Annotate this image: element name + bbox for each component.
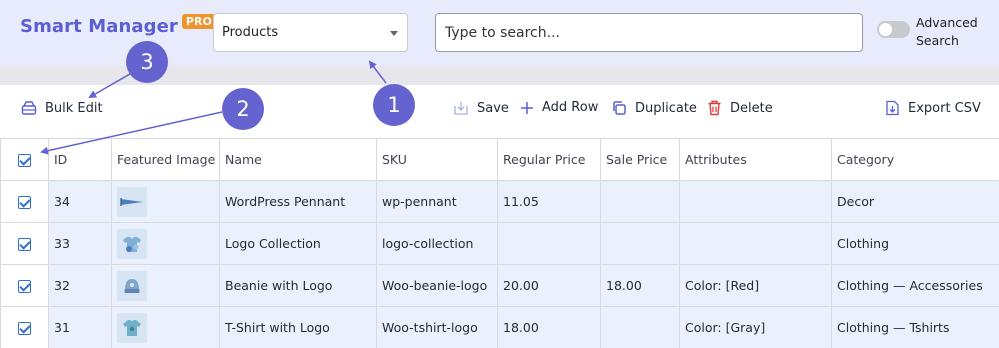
export-icon xyxy=(886,100,899,116)
cell-attributes[interactable]: Color: [Gray] xyxy=(679,306,832,348)
advanced-search-label-line1: Advanced xyxy=(916,15,978,30)
bulk-edit-button[interactable]: Bulk Edit xyxy=(21,100,103,116)
cell-featured-image[interactable] xyxy=(111,306,220,348)
save-icon xyxy=(454,102,468,115)
cell-attributes[interactable]: Color: [Red] xyxy=(679,264,832,307)
column-header-sale-price[interactable]: Sale Price xyxy=(600,138,680,181)
cell-featured-image[interactable] xyxy=(111,264,220,307)
column-header-featured-image[interactable]: Featured Image xyxy=(111,138,220,181)
trash-icon xyxy=(708,100,721,116)
table-row: 33 Logo Collection logo-collection Cloth… xyxy=(0,222,999,265)
column-header-sku[interactable]: SKU xyxy=(376,138,498,181)
row-select-cell xyxy=(0,180,49,223)
brand-name: Smart Manager xyxy=(20,16,178,37)
cell-category[interactable]: Decor xyxy=(831,180,999,223)
cell-sale-price[interactable] xyxy=(600,306,680,348)
save-label: Save xyxy=(477,100,509,116)
cell-id[interactable]: 31 xyxy=(48,306,112,348)
cell-regular-price[interactable]: 18.00 xyxy=(497,306,601,348)
chevron-down-icon xyxy=(390,31,398,36)
cell-sale-price[interactable]: 18.00 xyxy=(600,264,680,307)
cell-regular-price[interactable] xyxy=(497,222,601,265)
cell-name[interactable]: Beanie with Logo xyxy=(219,264,377,307)
table-row: 34 WordPress Pennant wp-pennant 11.05 De… xyxy=(0,180,999,223)
plus-icon xyxy=(521,101,533,114)
add-row-button[interactable]: Add Row xyxy=(520,100,598,115)
select-all-checkbox[interactable] xyxy=(18,154,31,167)
advanced-search-label: Advanced Search xyxy=(916,14,986,50)
brand-logo: Smart Manager PRO xyxy=(20,14,216,37)
export-csv-label: Export CSV xyxy=(908,100,981,116)
column-header-category[interactable]: Category xyxy=(831,138,999,181)
cell-regular-price[interactable]: 20.00 xyxy=(497,264,601,307)
duplicate-label: Duplicate xyxy=(635,100,697,116)
cell-featured-image[interactable] xyxy=(111,180,220,223)
export-csv-button[interactable]: Export CSV xyxy=(885,100,981,116)
row-checkbox[interactable] xyxy=(18,322,31,335)
table-row: 32 Beanie with Logo Woo-beanie-logo 20.0… xyxy=(0,264,999,307)
advanced-search-label-line2: Search xyxy=(916,33,959,48)
cell-sale-price[interactable] xyxy=(600,180,680,223)
row-select-cell xyxy=(0,264,49,307)
pennant-icon xyxy=(117,186,147,217)
save-button[interactable]: Save xyxy=(453,100,509,116)
dashboard-select[interactable]: Products xyxy=(213,13,408,52)
cell-id[interactable]: 34 xyxy=(48,180,112,223)
advanced-search-toggle[interactable] xyxy=(877,21,910,38)
column-header-regular-price[interactable]: Regular Price xyxy=(497,138,601,181)
dashboard-select-value: Products xyxy=(222,25,279,40)
cell-id[interactable]: 33 xyxy=(48,222,112,265)
header-divider-band xyxy=(0,66,999,85)
row-checkbox[interactable] xyxy=(18,196,31,209)
cell-sku[interactable]: wp-pennant xyxy=(376,180,498,223)
pro-badge: PRO xyxy=(181,14,216,29)
delete-label: Delete xyxy=(730,100,773,116)
row-checkbox[interactable] xyxy=(18,238,31,251)
cell-category[interactable]: Clothing — Accessories xyxy=(831,264,999,307)
cell-name[interactable]: WordPress Pennant xyxy=(219,180,377,223)
products-table: ID Featured Image Name SKU Regular Price… xyxy=(0,138,999,348)
bulk-edit-icon xyxy=(21,101,37,115)
column-header-id[interactable]: ID xyxy=(48,138,112,181)
cell-category[interactable]: Clothing — Tshirts xyxy=(831,306,999,348)
cell-category[interactable]: Clothing xyxy=(831,222,999,265)
search-input[interactable] xyxy=(435,13,863,52)
top-header: Smart Manager PRO Products Advanced Sear… xyxy=(0,0,999,66)
duplicate-icon xyxy=(613,101,626,115)
delete-button[interactable]: Delete xyxy=(707,100,773,116)
select-all-cell xyxy=(0,138,49,181)
cell-name[interactable]: Logo Collection xyxy=(219,222,377,265)
cell-sale-price[interactable] xyxy=(600,222,680,265)
products-grid: ID Featured Image Name SKU Regular Price… xyxy=(0,138,999,348)
cell-attributes[interactable] xyxy=(679,180,832,223)
cell-sku[interactable]: Woo-tshirt-logo xyxy=(376,306,498,348)
logo-collection-icon xyxy=(117,228,147,259)
beanie-icon xyxy=(117,270,147,301)
cell-sku[interactable]: Woo-beanie-logo xyxy=(376,264,498,307)
table-row: 31 T-Shirt with Logo Woo-tshirt-logo 18.… xyxy=(0,306,999,348)
bulk-edit-label: Bulk Edit xyxy=(45,100,103,116)
tshirt-icon xyxy=(117,312,147,343)
row-select-cell xyxy=(0,222,49,265)
column-header-name[interactable]: Name xyxy=(219,138,377,181)
cell-sku[interactable]: logo-collection xyxy=(376,222,498,265)
add-row-label: Add Row xyxy=(542,100,599,115)
toggle-knob xyxy=(879,23,892,36)
toolbar: Bulk Edit Save Add Row Duplicate Delete … xyxy=(0,85,999,138)
cell-name[interactable]: T-Shirt with Logo xyxy=(219,306,377,348)
duplicate-button[interactable]: Duplicate xyxy=(611,100,697,116)
cell-regular-price[interactable]: 11.05 xyxy=(497,180,601,223)
row-checkbox[interactable] xyxy=(18,280,31,293)
table-header-row: ID Featured Image Name SKU Regular Price… xyxy=(0,138,999,181)
cell-attributes[interactable] xyxy=(679,222,832,265)
cell-id[interactable]: 32 xyxy=(48,264,112,307)
cell-featured-image[interactable] xyxy=(111,222,220,265)
column-header-attributes[interactable]: Attributes xyxy=(679,138,832,181)
row-select-cell xyxy=(0,306,49,348)
